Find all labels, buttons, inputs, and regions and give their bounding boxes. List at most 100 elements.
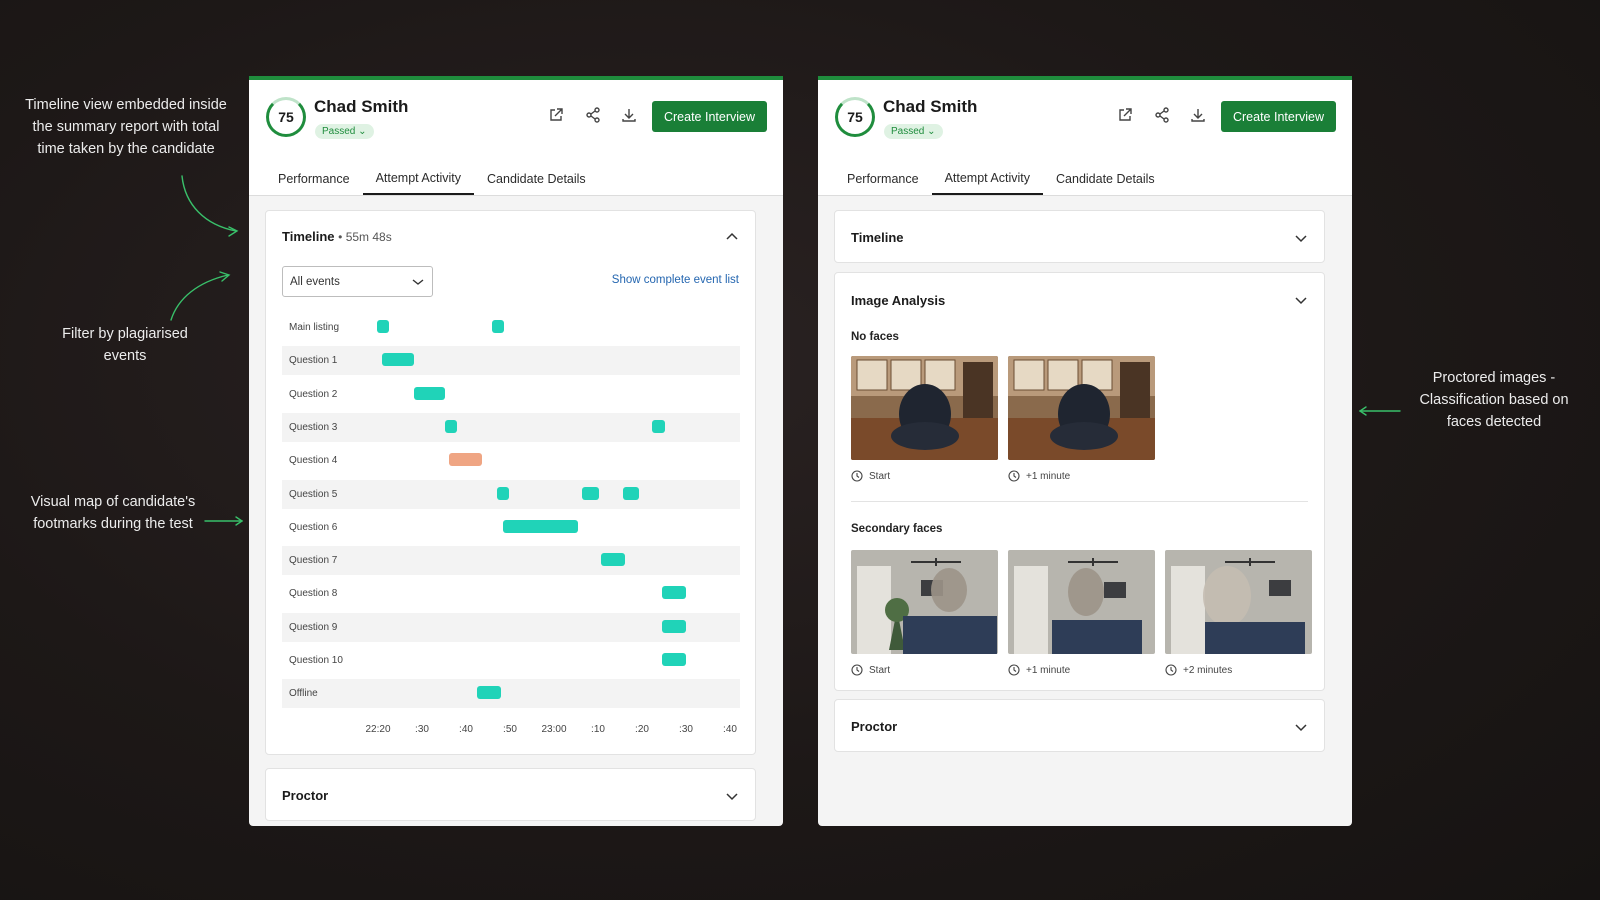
timeline-event-bar[interactable] [582,486,599,500]
timeline-x-tick: :10 [591,724,605,735]
create-interview-button[interactable]: Create Interview [1221,101,1336,132]
external-link-icon[interactable] [1116,106,1134,124]
report-card-left: 75 Chad Smith Passed ⌄ Create Interview … [249,76,783,826]
proctor-panel[interactable]: Proctor [834,699,1325,752]
timeline-x-tick: :40 [459,724,473,735]
show-event-list-link[interactable]: Show complete event list [612,274,739,286]
download-icon[interactable] [1189,106,1207,124]
caption-secondary-start: Start [851,664,890,676]
timeline-event-bar[interactable] [497,486,510,500]
secondary-faces-image-start[interactable] [851,550,998,654]
secondary-faces-image-plus-2[interactable] [1165,550,1312,654]
timeline-panel-collapsed[interactable]: Timeline [834,210,1325,263]
timeline-x-tick: :30 [415,724,429,735]
tab-bar: Performance Attempt Activity Candidate D… [265,163,599,195]
timeline-event-bar[interactable] [445,419,458,433]
timeline-row: Question 5 [282,479,740,509]
timeline-row: Question 1 [282,346,740,376]
no-faces-label: No faces [851,331,899,343]
timeline-row: Main listing [282,313,740,342]
external-link-icon[interactable] [547,106,565,124]
timeline-row-label: Question 1 [289,355,338,367]
card-header: 75 Chad Smith Passed ⌄ Create Interview … [249,80,783,196]
tab-performance[interactable]: Performance [834,163,932,195]
timeline-event-bar[interactable] [476,686,501,700]
timeline-event-bar[interactable] [600,553,625,567]
timeline-event-bar[interactable] [652,419,666,433]
timeline-event-bar-flagged[interactable] [448,453,483,467]
create-interview-button[interactable]: Create Interview [652,101,767,132]
secondary-faces-label: Secondary faces [851,523,943,535]
chevron-down-icon[interactable] [1294,293,1308,307]
annotation-arrows [170,175,1401,526]
timeline-event-bar[interactable] [413,386,446,400]
timeline-title: Timeline [851,230,904,245]
proctor-title: Proctor [282,788,329,803]
secondary-faces-image-plus-1[interactable] [1008,550,1155,654]
image-analysis-panel: Image Analysis No faces Start +1 minute … [834,272,1325,691]
chevron-down-icon [1295,724,1307,732]
timeline-event-bar[interactable] [661,619,686,633]
timeline-row-label: Question 3 [289,421,338,433]
timeline-row: Question 9 [282,612,740,642]
timeline-row: Offline [282,679,740,709]
no-faces-image-plus-1[interactable] [1008,356,1155,460]
timeline-event-bar[interactable] [491,320,504,333]
timeline-row: Question 10 [282,646,740,675]
chevron-down-icon: ⌄ [927,126,936,137]
room-person-photo [1165,550,1312,654]
caption-secondary-plus-1: +1 minute [1008,664,1070,676]
office-chair-photo [851,356,998,460]
no-faces-image-start[interactable] [851,356,998,460]
score-ring: 75 [835,97,875,137]
proctor-panel[interactable]: Proctor [265,768,756,821]
timeline-row-label: Question 10 [289,655,343,666]
clock-icon [1008,470,1020,482]
chevron-up-icon[interactable] [725,230,739,244]
timeline-panel: Timeline • 55m 48s All events Show compl… [265,210,756,755]
timeline-x-tick: :50 [503,724,517,735]
timeline-row-label: Question 4 [289,455,338,467]
caption-no-faces-plus-1: +1 minute [1008,470,1070,482]
tab-performance[interactable]: Performance [265,163,363,195]
timeline-event-bar[interactable] [376,320,389,333]
timeline-event-bar[interactable] [661,586,686,600]
timeline-row-label: Offline [289,688,318,700]
tab-candidate-details[interactable]: Candidate Details [474,163,599,195]
clock-icon [851,470,863,482]
timeline-row: Question 2 [282,380,740,409]
status-badge[interactable]: Passed ⌄ [884,124,943,139]
clock-icon [851,664,863,676]
tab-candidate-details[interactable]: Candidate Details [1043,163,1168,195]
candidate-name: Chad Smith [314,97,409,116]
timeline-row-label: Question 5 [289,488,338,500]
timeline-row-label: Question 2 [289,388,338,400]
candidate-name: Chad Smith [883,97,978,116]
chevron-down-icon [726,793,738,801]
event-filter-select[interactable]: All events [282,266,433,297]
office-chair-photo [1008,356,1155,460]
tab-attempt-activity[interactable]: Attempt Activity [362,163,475,195]
timeline-event-bar[interactable] [622,486,640,500]
status-badge[interactable]: Passed ⌄ [315,124,374,139]
download-icon[interactable] [620,106,638,124]
chevron-down-icon [412,279,424,285]
timeline-row: Question 6 [282,513,740,542]
timeline-duration: 55m 48s [345,230,392,244]
timeline-row-label: Question 8 [289,588,338,600]
timeline-event-bar[interactable] [502,519,579,533]
share-icon[interactable] [584,106,602,124]
section-divider [851,501,1308,502]
chevron-down-icon: ⌄ [358,126,367,137]
timeline-event-bar[interactable] [661,653,686,666]
status-badge-label: Passed [891,126,925,137]
timeline-title: Timeline • 55m 48s [282,229,392,244]
room-person-photo [1008,550,1155,654]
tab-attempt-activity[interactable]: Attempt Activity [931,163,1044,195]
room-person-photo [851,550,998,654]
timeline-event-bar[interactable] [382,353,414,367]
timeline-row-label: Question 6 [289,521,338,533]
card-header: 75 Chad Smith Passed ⌄ Create Interview … [818,80,1352,196]
timeline-x-tick: 22:20 [365,724,391,735]
share-icon[interactable] [1153,106,1171,124]
